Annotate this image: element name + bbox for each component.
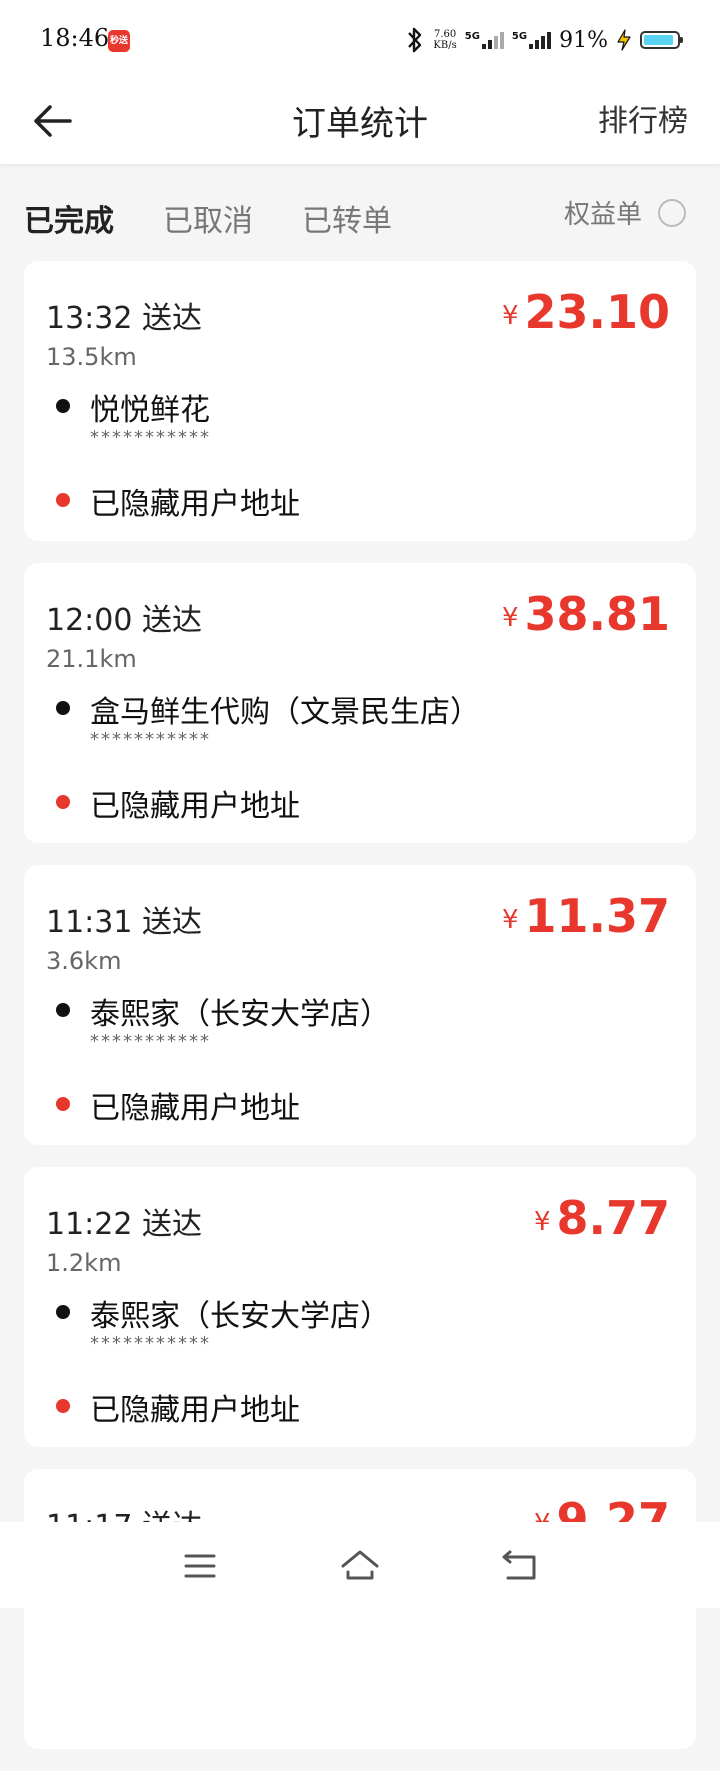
home-button[interactable] xyxy=(338,1544,382,1588)
price-value: 23.10 xyxy=(524,285,670,339)
order-card[interactable]: 12:00 送达 21.1km ¥ 38.81 盒马鲜生代购（文景民生店） **… xyxy=(24,563,696,843)
order-delivery-time: 11:22 送达 xyxy=(46,1207,202,1242)
store-name: 盒马鲜生代购（文景民生店） xyxy=(90,695,480,730)
home-icon xyxy=(341,1550,379,1580)
masked-store-address: *********** xyxy=(90,1031,211,1052)
masked-store-address: *********** xyxy=(90,1333,211,1354)
order-price: ¥ 23.10 xyxy=(502,285,670,339)
tab-completed[interactable]: 已完成 xyxy=(24,196,114,240)
customer-address: 已隐藏用户地址 xyxy=(90,1091,300,1126)
order-price: ¥ 11.37 xyxy=(502,889,670,943)
signal-bars-icon xyxy=(529,31,552,49)
signal-sim1: 5G xyxy=(465,31,504,49)
order-delivery-time: 12:00 送达 xyxy=(46,603,202,638)
order-price: ¥ 38.81 xyxy=(502,587,670,641)
sim2-label: 5G xyxy=(511,31,528,42)
ranking-button[interactable]: 排行榜 xyxy=(598,96,688,140)
battery-icon xyxy=(640,31,683,49)
masked-store-address: *********** xyxy=(90,729,211,750)
store-dot-icon xyxy=(56,1305,70,1319)
network-speed-unit: KB/s xyxy=(433,40,457,51)
sim1-label: 5G xyxy=(464,31,480,42)
store-name: 悦悦鲜花 xyxy=(90,393,210,428)
customer-address: 已隐藏用户地址 xyxy=(90,487,300,522)
price-value: 8.77 xyxy=(556,1191,671,1245)
menu-icon xyxy=(184,1554,216,1578)
store-name: 泰熙家（长安大学店） xyxy=(90,997,390,1032)
order-card[interactable]: 11:31 送达 3.6km ¥ 11.37 泰熙家（长安大学店） ******… xyxy=(24,865,696,1145)
price-value: 38.81 xyxy=(524,587,670,641)
signal-sim2: 5G xyxy=(511,31,552,49)
network-speed-value: 7.60 xyxy=(433,29,457,40)
currency-symbol: ¥ xyxy=(501,603,519,633)
store-dot-icon xyxy=(56,399,70,413)
equity-label: 权益单 xyxy=(563,200,642,230)
masked-store-address: *********** xyxy=(90,427,211,448)
status-bar: 18:46 秒送 7.60 KB/s 5G 5G 91% xyxy=(0,0,720,80)
order-distance: 1.2km xyxy=(46,1249,122,1277)
store-name: 泰熙家（长安大学店） xyxy=(90,1299,390,1334)
customer-address: 已隐藏用户地址 xyxy=(90,1393,300,1428)
tab-transferred[interactable]: 已转单 xyxy=(302,196,392,240)
signal-bars-icon xyxy=(481,31,504,49)
order-distance: 3.6km xyxy=(46,947,122,975)
charging-icon xyxy=(617,29,631,51)
tab-cancelled[interactable]: 已取消 xyxy=(163,196,253,240)
customer-address: 已隐藏用户地址 xyxy=(90,789,300,824)
store-dot-icon xyxy=(56,701,70,715)
status-indicators: 7.60 KB/s 5G 5G 91% xyxy=(405,22,683,58)
order-distance: 13.5km xyxy=(46,343,137,371)
address-dot-icon xyxy=(56,1097,70,1111)
app-header: 订单统计 排行榜 xyxy=(0,80,720,164)
order-delivery-time: 11:31 送达 xyxy=(46,905,202,940)
battery-fill xyxy=(644,35,674,45)
network-speed: 7.60 KB/s xyxy=(433,29,456,51)
app-notification-icon: 秒送 xyxy=(108,30,130,52)
currency-symbol: ¥ xyxy=(501,301,519,331)
equity-filter[interactable]: 权益单 xyxy=(564,194,686,231)
status-time: 18:46 xyxy=(40,24,110,52)
order-card[interactable]: 11:17 送达 ¥ 9.27 xyxy=(24,1469,696,1749)
address-dot-icon xyxy=(56,795,70,809)
address-dot-icon xyxy=(56,1399,70,1413)
bluetooth-icon xyxy=(408,27,422,53)
order-card[interactable]: 13:32 送达 13.5km ¥ 23.10 悦悦鲜花 ***********… xyxy=(24,261,696,541)
battery-percent: 91% xyxy=(559,27,608,53)
order-price: ¥ 8.77 xyxy=(534,1191,670,1245)
price-value: 11.37 xyxy=(524,889,670,943)
return-icon xyxy=(502,1550,536,1580)
order-status-tabs: 已完成 已取消 已转单 权益单 xyxy=(0,164,720,256)
system-nav-bar xyxy=(0,1522,720,1608)
order-card[interactable]: 11:22 送达 1.2km ¥ 8.77 泰熙家（长安大学店） *******… xyxy=(24,1167,696,1447)
order-distance: 21.1km xyxy=(46,645,137,673)
system-back-button[interactable] xyxy=(498,1544,542,1588)
equity-radio[interactable] xyxy=(658,198,686,227)
order-delivery-time: 13:32 送达 xyxy=(46,301,202,336)
store-dot-icon xyxy=(56,1003,70,1017)
recent-apps-button[interactable] xyxy=(178,1544,222,1588)
currency-symbol: ¥ xyxy=(501,905,519,935)
address-dot-icon xyxy=(56,493,70,507)
currency-symbol: ¥ xyxy=(533,1207,551,1237)
